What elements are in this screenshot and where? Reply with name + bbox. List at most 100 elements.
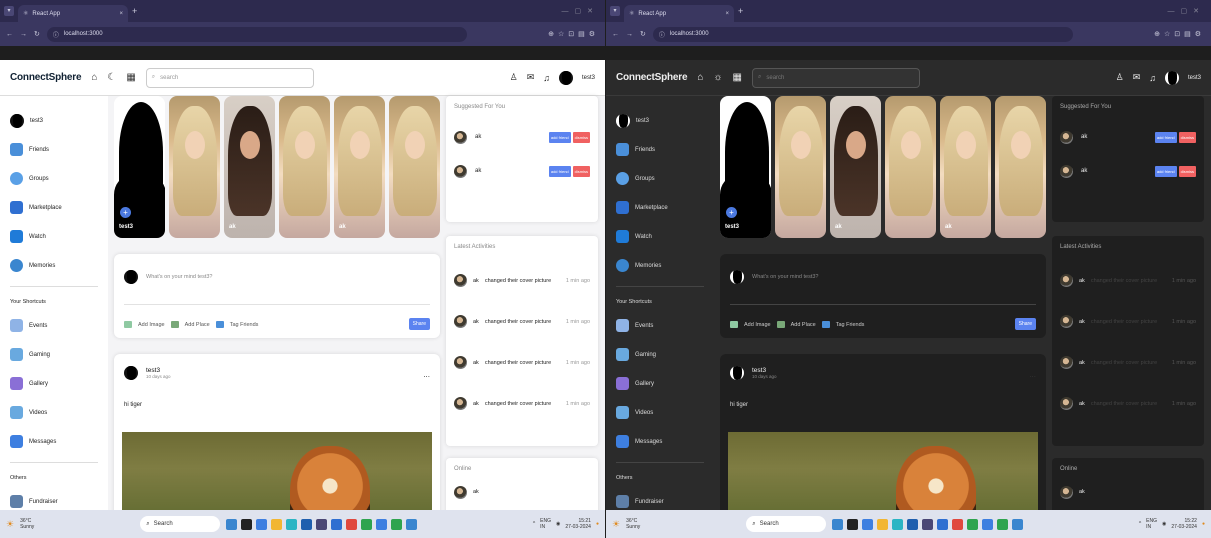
story-card[interactable]: + test3 bbox=[720, 96, 771, 238]
app-icon[interactable] bbox=[256, 518, 268, 530]
activity-name[interactable]: ak bbox=[1079, 360, 1085, 366]
dismiss-button[interactable]: dismiss bbox=[1178, 131, 1196, 143]
add-story-icon[interactable]: + bbox=[120, 207, 131, 218]
window-controls[interactable]: —▢✕ bbox=[562, 7, 605, 15]
notification-icon[interactable]: ● bbox=[1202, 521, 1205, 527]
app-icon[interactable] bbox=[847, 518, 859, 530]
app-icon[interactable] bbox=[286, 518, 298, 530]
avatar[interactable] bbox=[1164, 70, 1179, 85]
home-icon[interactable]: ⌂ bbox=[91, 72, 97, 83]
more-options-icon[interactable]: ... bbox=[423, 370, 430, 379]
activity-name[interactable]: ak bbox=[1079, 401, 1085, 407]
site-info-icon[interactable]: ⓘ bbox=[53, 30, 59, 39]
story-card[interactable]: ak bbox=[224, 96, 275, 238]
suggestion-name[interactable]: ak bbox=[475, 168, 481, 174]
add-friend-button[interactable]: add friend bbox=[548, 165, 571, 177]
sidebar-item-messages[interactable]: Messages bbox=[616, 427, 704, 456]
avatar[interactable] bbox=[558, 70, 573, 85]
app-icon[interactable] bbox=[832, 518, 844, 530]
story-card[interactable] bbox=[775, 96, 826, 238]
logo[interactable]: ConnectSphere bbox=[10, 72, 82, 83]
sidebar-item-events[interactable]: Events bbox=[10, 311, 98, 340]
person-icon[interactable]: ♙ bbox=[510, 72, 518, 83]
app-icon[interactable] bbox=[376, 518, 388, 530]
sidebar-item-profile[interactable]: test3 bbox=[10, 106, 98, 135]
person-icon[interactable]: ♙ bbox=[1116, 72, 1124, 83]
browser-toolbar-icons[interactable]: ⊕☆⊡▤⚙ bbox=[548, 30, 599, 38]
light-mode-icon[interactable]: ☼ bbox=[713, 72, 722, 83]
weather[interactable]: 36°C Sunny bbox=[20, 518, 34, 530]
story-card[interactable]: ak bbox=[830, 96, 881, 238]
dismiss-button[interactable]: dismiss bbox=[1178, 165, 1196, 177]
sidebar-item-memories[interactable]: Memories bbox=[10, 251, 98, 280]
add-place-button[interactable]: Add Place bbox=[185, 322, 210, 328]
tab-list-button[interactable]: ▾ bbox=[610, 6, 620, 16]
add-friend-button[interactable]: add friend bbox=[548, 131, 571, 143]
app-icon[interactable] bbox=[892, 518, 904, 530]
app-icon[interactable] bbox=[391, 518, 403, 530]
url-field[interactable]: ⓘ localhost:3000 bbox=[652, 26, 1073, 42]
add-image-button[interactable]: Add Image bbox=[138, 322, 165, 328]
add-friend-button[interactable]: add friend bbox=[1154, 165, 1177, 177]
share-button[interactable]: Share bbox=[1014, 318, 1036, 330]
sidebar-item-marketplace[interactable]: Marketplace bbox=[10, 193, 98, 222]
sidebar-item-marketplace[interactable]: Marketplace bbox=[616, 193, 704, 222]
sidebar-item-gallery[interactable]: Gallery bbox=[616, 369, 704, 398]
language-indicator[interactable]: ENG IN bbox=[1146, 518, 1157, 530]
language-indicator[interactable]: ENG IN bbox=[540, 518, 551, 530]
app-icon[interactable] bbox=[862, 518, 874, 530]
online-row[interactable]: ak bbox=[454, 482, 590, 502]
story-card[interactable] bbox=[389, 96, 440, 238]
search-input[interactable]: ⌕ search bbox=[145, 67, 314, 88]
clock[interactable]: 15:21 27-03-2024 bbox=[565, 518, 591, 530]
weather[interactable]: 36°C Sunny bbox=[626, 518, 640, 530]
taskbar-search[interactable]: ⌕ Search bbox=[746, 516, 827, 532]
mail-icon[interactable]: ✉ bbox=[527, 72, 535, 83]
tab-close-icon[interactable]: × bbox=[725, 11, 729, 17]
logo[interactable]: ConnectSphere bbox=[616, 72, 688, 83]
app-icon[interactable] bbox=[316, 518, 328, 530]
app-icon[interactable] bbox=[361, 518, 373, 530]
suggestion-name[interactable]: ak bbox=[475, 134, 481, 140]
sidebar-item-watch[interactable]: Watch bbox=[616, 222, 704, 251]
bell-icon[interactable]: ♫ bbox=[1149, 73, 1156, 83]
activity-name[interactable]: ak bbox=[1079, 319, 1085, 325]
sidebar-item-videos[interactable]: Videos bbox=[10, 398, 98, 427]
sidebar-item-profile[interactable]: test3 bbox=[616, 106, 704, 135]
sidebar-item-videos[interactable]: Videos bbox=[616, 398, 704, 427]
forward-icon[interactable]: → bbox=[20, 31, 27, 38]
activity-name[interactable]: ak bbox=[473, 278, 479, 284]
app-icon[interactable] bbox=[907, 518, 919, 530]
system-tray[interactable]: ^ ENG IN ◉ 15:21 27-03-2024 ● bbox=[533, 518, 599, 530]
tab-list-button[interactable]: ▾ bbox=[4, 6, 14, 16]
dark-mode-icon[interactable]: ☾ bbox=[107, 72, 116, 83]
sidebar-item-gaming[interactable]: Gaming bbox=[10, 340, 98, 369]
new-tab-button[interactable]: + bbox=[132, 6, 137, 16]
sidebar-item-gallery[interactable]: Gallery bbox=[10, 369, 98, 398]
browser-tab[interactable]: ⚛ React App × bbox=[18, 5, 128, 22]
sidebar-item-events[interactable]: Events bbox=[616, 311, 704, 340]
tag-friends-button[interactable]: Tag Friends bbox=[230, 322, 259, 328]
app-icon[interactable] bbox=[952, 518, 964, 530]
avatar[interactable] bbox=[730, 366, 744, 380]
sidebar-item-friends[interactable]: Friends bbox=[616, 135, 704, 164]
taskbar-apps[interactable] bbox=[226, 518, 418, 530]
story-card[interactable] bbox=[995, 96, 1046, 238]
activity-name[interactable]: ak bbox=[1079, 278, 1085, 284]
site-info-icon[interactable]: ⓘ bbox=[659, 30, 665, 39]
sidebar-item-memories[interactable]: Memories bbox=[616, 251, 704, 280]
bell-icon[interactable]: ♫ bbox=[543, 73, 550, 83]
dismiss-button[interactable]: dismiss bbox=[572, 131, 590, 143]
back-icon[interactable]: ← bbox=[6, 31, 13, 38]
dismiss-button[interactable]: dismiss bbox=[572, 165, 590, 177]
chevron-up-icon[interactable]: ^ bbox=[533, 521, 535, 527]
navbar-username[interactable]: test3 bbox=[582, 75, 595, 81]
tab-close-icon[interactable]: × bbox=[119, 11, 123, 17]
story-card[interactable]: ak bbox=[940, 96, 991, 238]
post-author[interactable]: test3 bbox=[146, 367, 171, 374]
wifi-icon[interactable]: ◉ bbox=[1162, 521, 1166, 527]
avatar[interactable] bbox=[124, 366, 138, 380]
reload-icon[interactable]: ↻ bbox=[640, 30, 646, 38]
browser-tab[interactable]: ⚛ React App × bbox=[624, 5, 734, 22]
app-icon[interactable] bbox=[922, 518, 934, 530]
